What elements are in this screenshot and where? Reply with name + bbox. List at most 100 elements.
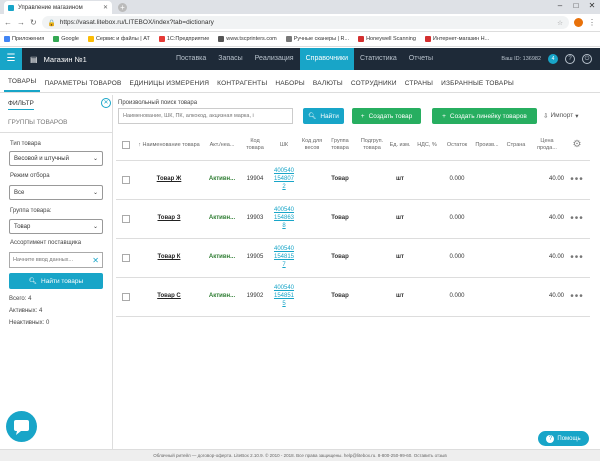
row-actions-icon[interactable]: ••• — [564, 213, 590, 226]
col-weight-code[interactable]: Код для весов — [300, 138, 324, 152]
table-row[interactable]: Товар С Активн... 19902 400540 154851 5 То… — [116, 278, 590, 317]
search-field[interactable] — [118, 108, 293, 124]
row-checkbox[interactable] — [122, 215, 130, 223]
tab-goods[interactable]: ТОВАРЫ — [4, 78, 41, 92]
barcode-link[interactable]: 400540 154807 2 — [268, 168, 300, 191]
tab-sets[interactable]: НАБОРЫ — [271, 80, 309, 92]
tab-favorites[interactable]: ИЗБРАННЫЕ ТОВАРЫ — [437, 80, 518, 92]
tab-contractors[interactable]: КОНТРАГЕНТЫ — [213, 80, 271, 92]
tab-currencies[interactable]: ВАЛЮТЫ — [309, 80, 347, 92]
bookmark-1c[interactable]: 1С:Предприятие — [158, 36, 209, 42]
minimize-icon[interactable]: – — [552, 0, 568, 12]
bookmark-tsc[interactable]: www.tscprinters.com — [218, 36, 277, 42]
col-barcode[interactable]: ШК — [268, 142, 300, 149]
window-close-icon[interactable]: ✕ — [584, 0, 600, 12]
row-actions-icon[interactable]: ••• — [564, 291, 590, 304]
goods-name-link[interactable]: Товар С — [136, 293, 202, 301]
bookmark-apps[interactable]: Приложения — [4, 36, 44, 42]
new-tab-icon[interactable]: + — [118, 3, 127, 12]
tab-countries[interactable]: СТРАНЫ — [401, 80, 437, 92]
select-all-checkbox[interactable] — [122, 141, 130, 149]
forward-icon[interactable]: → — [17, 18, 25, 27]
help-button[interactable]: ? Помощь — [538, 431, 589, 446]
nav-supply[interactable]: Поставка — [170, 48, 212, 70]
nav-dictionaries[interactable]: Справочники — [299, 48, 355, 70]
barcode-link[interactable]: 400540 154863 8 — [268, 207, 300, 230]
barcode-link[interactable]: 400540 154815 7 — [268, 246, 300, 269]
col-subgroup[interactable]: Подгруп. товара — [356, 138, 388, 152]
bookmark-scanners[interactable]: Ручные сканеры | R... — [285, 36, 350, 42]
bookmark-google[interactable]: Google — [53, 36, 79, 42]
tab-units[interactable]: ЕДИНИЦЫ ИЗМЕРЕНИЯ — [126, 80, 214, 92]
row-checkbox[interactable] — [122, 254, 130, 262]
reload-icon[interactable]: ↻ — [30, 18, 37, 27]
bookmark-shop[interactable]: Интернет-магазин Н... — [424, 36, 489, 42]
assortment-field[interactable]: ✕ — [9, 252, 103, 268]
table-row[interactable]: Товар Ж Активн... 19904 400540 154807 2 То… — [116, 161, 590, 200]
bookmark-service[interactable]: Сервис и файлы | АТ — [87, 36, 150, 42]
tab-goods-params[interactable]: ПАРАМЕТРЫ ТОВАРОВ — [40, 80, 125, 92]
extension-icon[interactable] — [574, 18, 583, 27]
column-settings-icon[interactable]: ⚙ — [564, 139, 590, 152]
col-price[interactable]: Цена прода... — [530, 138, 564, 152]
goods-name-link[interactable]: Товар К — [136, 254, 202, 262]
chat-bubble-icon — [14, 420, 29, 435]
row-checkbox[interactable] — [122, 176, 130, 184]
group-select[interactable]: Товар ⌄ — [9, 219, 103, 234]
help-circle-icon[interactable]: ? — [565, 54, 575, 64]
row-actions-icon[interactable]: ••• — [564, 252, 590, 265]
assortment-input[interactable] — [13, 257, 85, 263]
group-label: Группа товара: — [10, 208, 52, 214]
col-status[interactable]: Акт./неа... — [202, 142, 242, 149]
search-button[interactable]: 🔍︎ Найти — [303, 108, 344, 124]
table-row[interactable]: Товар К Активн... 19905 400540 154815 7 То… — [116, 239, 590, 278]
clear-icon[interactable]: ✕ — [92, 256, 99, 265]
bookmark-honeywell[interactable]: Honeywell Scanning — [358, 36, 416, 42]
col-unit[interactable]: Ед. изм. — [388, 142, 412, 149]
notifications-icon[interactable]: 4 — [548, 54, 558, 64]
chat-button[interactable] — [6, 411, 37, 442]
tab-employees[interactable]: СОТРУДНИКИ — [347, 80, 401, 92]
power-icon[interactable]: ⏻ — [582, 54, 592, 64]
create-line-button[interactable]: + Создать линейку товаров — [432, 108, 537, 124]
goods-name-link[interactable]: Товар З — [136, 215, 202, 223]
col-code[interactable]: Код товара — [242, 138, 268, 152]
search-input[interactable] — [123, 113, 288, 119]
bookmark-label: Ручные сканеры | R... — [293, 36, 350, 42]
col-name[interactable]: ↑ Наименование товара — [136, 142, 202, 149]
filter-tab[interactable]: ФИЛЬТР — [8, 100, 34, 110]
maximize-icon[interactable]: □ — [568, 0, 584, 12]
col-vat[interactable]: НДС, % — [412, 142, 442, 149]
close-filter-icon[interactable]: ✕ — [101, 98, 111, 108]
nav-sales[interactable]: Реализация — [249, 48, 300, 70]
nav-stock[interactable]: Запасы — [212, 48, 248, 70]
type-select[interactable]: Весовой и штучный ⌄ — [9, 151, 103, 166]
mode-select[interactable]: Все ⌄ — [9, 185, 103, 200]
barcode-link[interactable]: 400540 154851 5 — [268, 285, 300, 308]
import-button[interactable]: ⇩ Импорт ▾ — [543, 112, 578, 120]
barcode-part: 154807 — [273, 176, 295, 183]
col-stock[interactable]: Остаток — [442, 142, 472, 149]
nav-statistics[interactable]: Статистика — [354, 48, 403, 70]
nav-reports[interactable]: Отчеты — [403, 48, 439, 70]
browser-tab[interactable]: Управление магазином ✕ — [4, 1, 112, 14]
table-row[interactable]: Товар З Активн... 19903 400540 154863 8 То… — [116, 200, 590, 239]
back-icon[interactable]: ← — [4, 18, 12, 27]
col-group[interactable]: Группа товара — [324, 138, 356, 152]
url-field[interactable]: 🔒 https://vasat.litebox.ru/LITEBOX/index… — [41, 16, 569, 29]
row-checkbox[interactable] — [122, 293, 130, 301]
create-goods-button[interactable]: + Создать товар — [352, 108, 421, 124]
find-goods-button[interactable]: 🔍︎ Найти товары — [9, 273, 103, 289]
goods-name-link[interactable]: Товар Ж — [136, 176, 202, 184]
col-country[interactable]: Страна — [502, 142, 530, 149]
row-actions-icon[interactable]: ••• — [564, 174, 590, 187]
shop-selector[interactable]: ▤ Магазин №1 — [30, 55, 170, 64]
bookmark-star-icon[interactable]: ☆ — [557, 19, 563, 27]
help-label: Помощь — [557, 435, 581, 442]
browser-menu-icon[interactable]: ⋮ — [588, 18, 596, 27]
close-tab-icon[interactable]: ✕ — [103, 4, 108, 11]
menu-burger-icon[interactable]: ☰ — [0, 48, 22, 70]
barcode-part: 400540 — [273, 168, 295, 175]
groups-tab[interactable]: ГРУППЫ ТОВАРОВ — [8, 119, 68, 126]
col-producer[interactable]: Произв... — [472, 142, 502, 149]
